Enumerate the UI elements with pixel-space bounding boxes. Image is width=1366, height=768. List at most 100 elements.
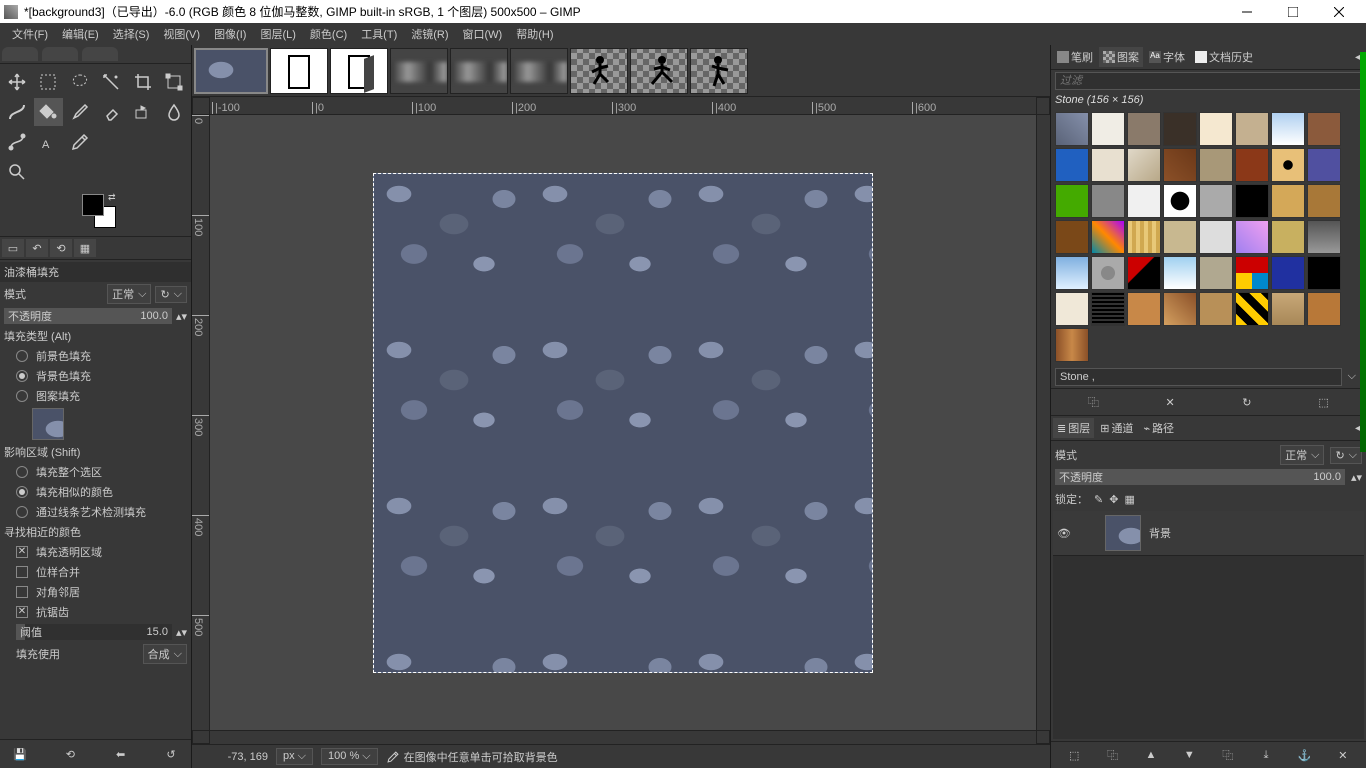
checkbox-icon[interactable] bbox=[16, 606, 28, 618]
pattern-thumb[interactable] bbox=[1055, 328, 1089, 362]
lock-pixels-icon[interactable]: ✎ bbox=[1094, 493, 1103, 506]
text-tool[interactable]: A bbox=[34, 128, 64, 156]
horizontal-ruler[interactable]: |-100|0|100|200|300|400|500|600 bbox=[210, 97, 1036, 115]
pattern-thumb[interactable] bbox=[1235, 112, 1269, 146]
pattern-thumb[interactable] bbox=[1199, 112, 1233, 146]
delete-layer-button[interactable]: ✕ bbox=[1331, 746, 1355, 764]
merge-down-button[interactable]: ⤓ bbox=[1254, 746, 1278, 764]
menu-layer[interactable]: 图层(L) bbox=[254, 23, 301, 45]
spinner-icon[interactable]: ▴▾ bbox=[176, 626, 187, 639]
pattern-filter-input[interactable] bbox=[1055, 72, 1362, 90]
unit-select[interactable]: px ⌵ bbox=[276, 748, 313, 765]
lock-position-icon[interactable]: ✥ bbox=[1109, 493, 1118, 506]
radio-icon[interactable] bbox=[16, 370, 28, 382]
menu-color[interactable]: 颜色(C) bbox=[304, 23, 353, 45]
save-options-button[interactable]: 💾 bbox=[8, 744, 32, 764]
pattern-thumb[interactable] bbox=[1055, 148, 1089, 182]
patterns-tab[interactable]: 图案 bbox=[1099, 47, 1143, 67]
pattern-thumb[interactable] bbox=[1235, 184, 1269, 218]
pattern-thumb[interactable] bbox=[1055, 220, 1089, 254]
diagonal-check[interactable]: 对角邻居 bbox=[36, 584, 80, 600]
pattern-thumb[interactable] bbox=[1199, 220, 1233, 254]
affect-line-radio[interactable]: 通过线条艺术检测填充 bbox=[36, 504, 146, 520]
mode-reset[interactable]: ↻ ⌵ bbox=[155, 286, 187, 303]
free-select-tool[interactable] bbox=[65, 68, 95, 96]
menu-select[interactable]: 选择(S) bbox=[107, 23, 156, 45]
menu-window[interactable]: 窗口(W) bbox=[457, 23, 509, 45]
warp-tool[interactable] bbox=[2, 98, 32, 126]
pattern-thumb[interactable] bbox=[1091, 292, 1125, 326]
anchor-layer-button[interactable]: ⚓ bbox=[1292, 746, 1316, 764]
menu-view[interactable]: 视图(V) bbox=[157, 23, 206, 45]
canvas[interactable] bbox=[373, 173, 873, 673]
threshold-slider[interactable]: 阈值 15.0 bbox=[16, 624, 172, 640]
color-picker-tool[interactable] bbox=[65, 128, 95, 156]
layers-tab[interactable]: ≣图层 bbox=[1053, 418, 1094, 438]
menu-image[interactable]: 图像(I) bbox=[208, 23, 252, 45]
radio-icon[interactable] bbox=[16, 350, 28, 362]
radio-icon[interactable] bbox=[16, 506, 28, 518]
pattern-thumb[interactable] bbox=[1127, 292, 1161, 326]
new-group-button[interactable]: ⿻ bbox=[1101, 746, 1125, 764]
move-tool[interactable] bbox=[2, 68, 32, 96]
checkbox-icon[interactable] bbox=[16, 586, 28, 598]
vertical-scrollbar[interactable] bbox=[1036, 115, 1050, 730]
fill-fg-radio[interactable]: 前景色填充 bbox=[36, 348, 91, 364]
affect-selection-radio[interactable]: 填充整个选区 bbox=[36, 464, 102, 480]
pattern-thumb[interactable] bbox=[1163, 112, 1197, 146]
pattern-thumb[interactable] bbox=[1271, 112, 1305, 146]
affect-similar-radio[interactable]: 填充相似的颜色 bbox=[36, 484, 113, 500]
opacity-slider[interactable]: 不透明度 100.0 bbox=[4, 308, 172, 324]
pattern-thumb[interactable] bbox=[1091, 256, 1125, 290]
pattern-thumb[interactable] bbox=[1091, 112, 1125, 146]
color-swatches[interactable]: ⇄ bbox=[0, 190, 191, 236]
pattern-thumb[interactable] bbox=[1127, 220, 1161, 254]
device-status-tab[interactable]: ↶ bbox=[26, 239, 48, 257]
reset-options-button[interactable]: ↺ bbox=[159, 744, 183, 764]
fonts-tab[interactable]: Aa字体 bbox=[1145, 47, 1189, 67]
menu-help[interactable]: 帮助(H) bbox=[510, 23, 559, 45]
mode-select[interactable]: 正常 ⌵ bbox=[107, 284, 151, 304]
fill-pattern-radio[interactable]: 图案填充 bbox=[36, 388, 80, 404]
horizontal-scrollbar[interactable] bbox=[210, 730, 1036, 744]
image-tab-blur3[interactable] bbox=[510, 48, 568, 94]
radio-icon[interactable] bbox=[16, 466, 28, 478]
lower-layer-button[interactable]: ▼ bbox=[1177, 746, 1201, 764]
chevron-down-icon[interactable]: ⌵ bbox=[1342, 368, 1362, 386]
pattern-thumb[interactable] bbox=[1307, 112, 1341, 146]
minimize-button[interactable] bbox=[1224, 0, 1270, 23]
refresh-patterns-button[interactable]: ↻ bbox=[1235, 393, 1259, 411]
menu-file[interactable]: 文件(F) bbox=[6, 23, 54, 45]
image-tab-door1[interactable] bbox=[270, 48, 328, 94]
pattern-thumb[interactable] bbox=[1199, 148, 1233, 182]
radio-icon[interactable] bbox=[16, 390, 28, 402]
fill-use-select[interactable]: 合成 ⌵ bbox=[143, 644, 187, 664]
image-tab-run2[interactable] bbox=[630, 48, 688, 94]
pattern-thumb[interactable] bbox=[1235, 220, 1269, 254]
smudge-tool[interactable] bbox=[160, 98, 190, 126]
pattern-thumb[interactable] bbox=[1127, 184, 1161, 218]
undo-history-tab[interactable]: ⟲ bbox=[50, 239, 72, 257]
brushes-tab[interactable]: 笔刷 bbox=[1053, 47, 1097, 67]
pattern-thumb[interactable] bbox=[1271, 292, 1305, 326]
pattern-thumb[interactable] bbox=[1235, 292, 1269, 326]
layer-name[interactable]: 背景 bbox=[1149, 525, 1171, 541]
pattern-thumb[interactable] bbox=[1163, 256, 1197, 290]
tool-options-tab[interactable]: ▭ bbox=[2, 239, 24, 257]
clone-tool[interactable] bbox=[128, 98, 158, 126]
layer-opacity-slider[interactable]: 不透明度 100.0 bbox=[1055, 469, 1345, 485]
pattern-thumb[interactable] bbox=[1307, 184, 1341, 218]
menu-edit[interactable]: 编辑(E) bbox=[56, 23, 105, 45]
pattern-thumb[interactable] bbox=[1163, 220, 1197, 254]
duplicate-layer-button[interactable]: ⿻ bbox=[1216, 746, 1240, 764]
canvas-viewport[interactable] bbox=[210, 115, 1036, 730]
zoom-select[interactable]: 100 % ⌵ bbox=[321, 748, 378, 765]
pattern-thumb[interactable] bbox=[1235, 148, 1269, 182]
open-as-image-button[interactable]: ⬚ bbox=[1312, 393, 1336, 411]
image-tab-background3[interactable] bbox=[194, 48, 268, 94]
pattern-thumb[interactable] bbox=[1271, 220, 1305, 254]
pattern-thumb[interactable] bbox=[1271, 184, 1305, 218]
pattern-thumb[interactable] bbox=[1127, 148, 1161, 182]
layer-mode-reset[interactable]: ↻ ⌵ bbox=[1330, 447, 1362, 464]
pattern-name-field[interactable]: Stone , bbox=[1055, 368, 1342, 386]
